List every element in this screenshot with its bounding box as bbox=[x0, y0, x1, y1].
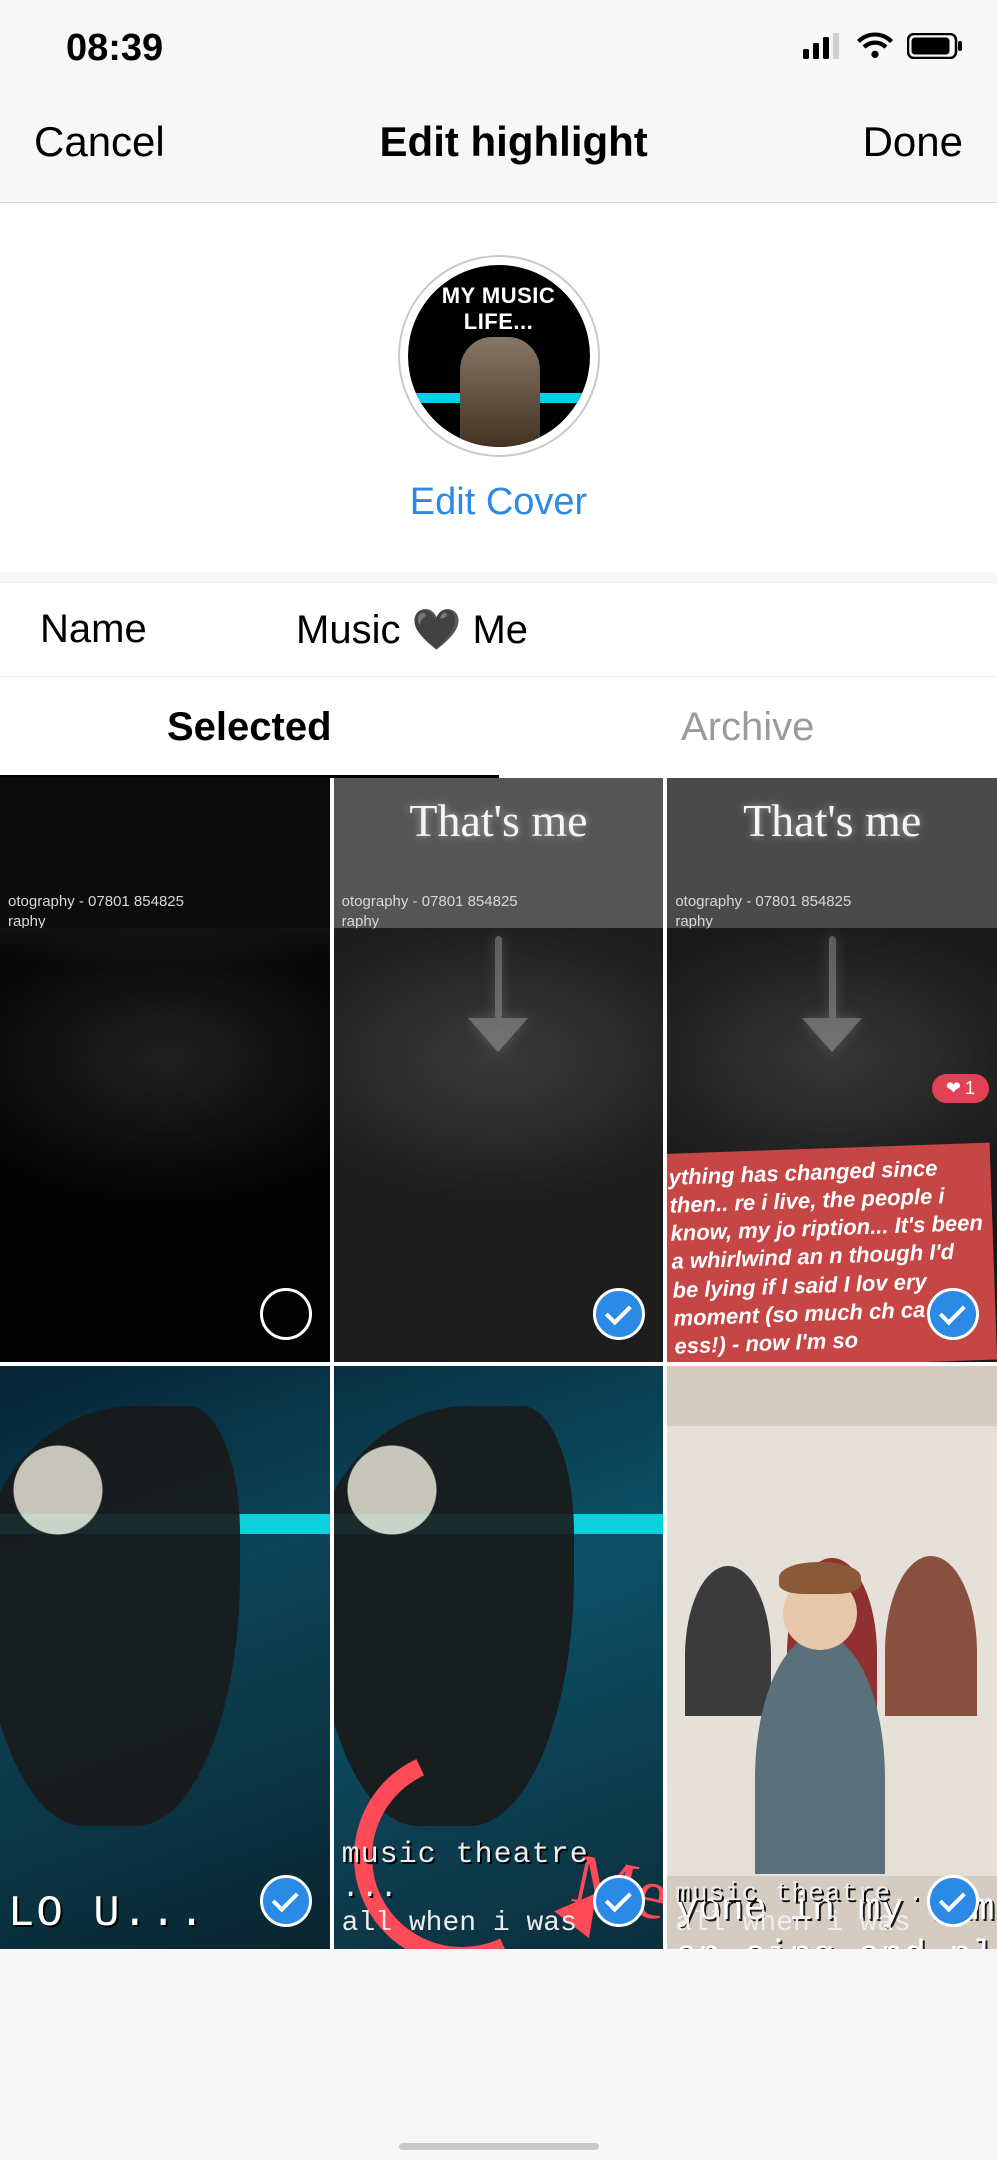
nav-bar: Cancel Edit highlight Done bbox=[0, 96, 997, 203]
tab-selected[interactable]: Selected bbox=[0, 677, 499, 778]
cellular-icon bbox=[803, 33, 843, 64]
cover-inner-text: MY MUSIC LIFE... bbox=[408, 283, 590, 335]
stories-grid: otography - 07801 854825 raphy That's me… bbox=[0, 778, 997, 1949]
cancel-button[interactable]: Cancel bbox=[34, 118, 165, 166]
battery-icon bbox=[907, 33, 963, 64]
story-overlay-text: That's me bbox=[334, 778, 664, 847]
cover-section: MY MUSIC LIFE... Edit Cover bbox=[0, 203, 997, 572]
done-button[interactable]: Done bbox=[863, 118, 963, 166]
page-title: Edit highlight bbox=[380, 118, 648, 166]
story-thumbnail[interactable]: otography - 07801 854825 raphy bbox=[0, 778, 330, 1362]
name-label: Name bbox=[40, 607, 296, 652]
edit-cover-link[interactable]: Edit Cover bbox=[410, 481, 587, 524]
wifi-icon bbox=[855, 32, 895, 65]
watermark-text: otography - 07801 854825 raphy bbox=[8, 892, 184, 933]
home-indicator[interactable] bbox=[399, 2143, 599, 2150]
selection-toggle[interactable] bbox=[593, 1875, 645, 1927]
story-thumbnail[interactable]: LO U... bbox=[0, 1366, 330, 1950]
status-bar: 08:39 bbox=[0, 0, 997, 96]
selection-toggle[interactable] bbox=[927, 1288, 979, 1340]
story-thumbnail[interactable]: Me music theatre ... all when i was bbox=[334, 1366, 664, 1950]
story-thumbnail[interactable]: That's me otography - 07801 854825 raphy… bbox=[667, 778, 997, 1362]
story-overlay-text: That's me bbox=[667, 778, 997, 847]
watermark-text: otography - 07801 854825 raphy bbox=[342, 892, 518, 933]
status-time: 08:39 bbox=[66, 27, 163, 70]
name-row: Name bbox=[0, 582, 997, 677]
selection-toggle[interactable] bbox=[260, 1875, 312, 1927]
heart-icon: ❤ bbox=[946, 1078, 961, 1099]
heart-count: 1 bbox=[965, 1078, 975, 1099]
story-thumbnail[interactable]: That's me otography - 07801 854825 raphy bbox=[334, 778, 664, 1362]
tab-archive[interactable]: Archive bbox=[499, 677, 997, 778]
selection-toggle[interactable] bbox=[593, 1288, 645, 1340]
watermark-text: otography - 07801 854825 raphy bbox=[675, 892, 851, 933]
cover-image[interactable]: MY MUSIC LIFE... bbox=[398, 255, 600, 457]
story-overlay-text: LO U... bbox=[8, 1889, 207, 1939]
selection-toggle[interactable] bbox=[927, 1875, 979, 1927]
story-thumbnail[interactable]: yone in my fam an sing and pla music the… bbox=[667, 1366, 997, 1950]
name-input[interactable] bbox=[296, 607, 957, 652]
tabs: Selected Archive bbox=[0, 677, 997, 778]
selection-toggle[interactable] bbox=[260, 1288, 312, 1340]
heart-badge: ❤ 1 bbox=[932, 1074, 989, 1103]
